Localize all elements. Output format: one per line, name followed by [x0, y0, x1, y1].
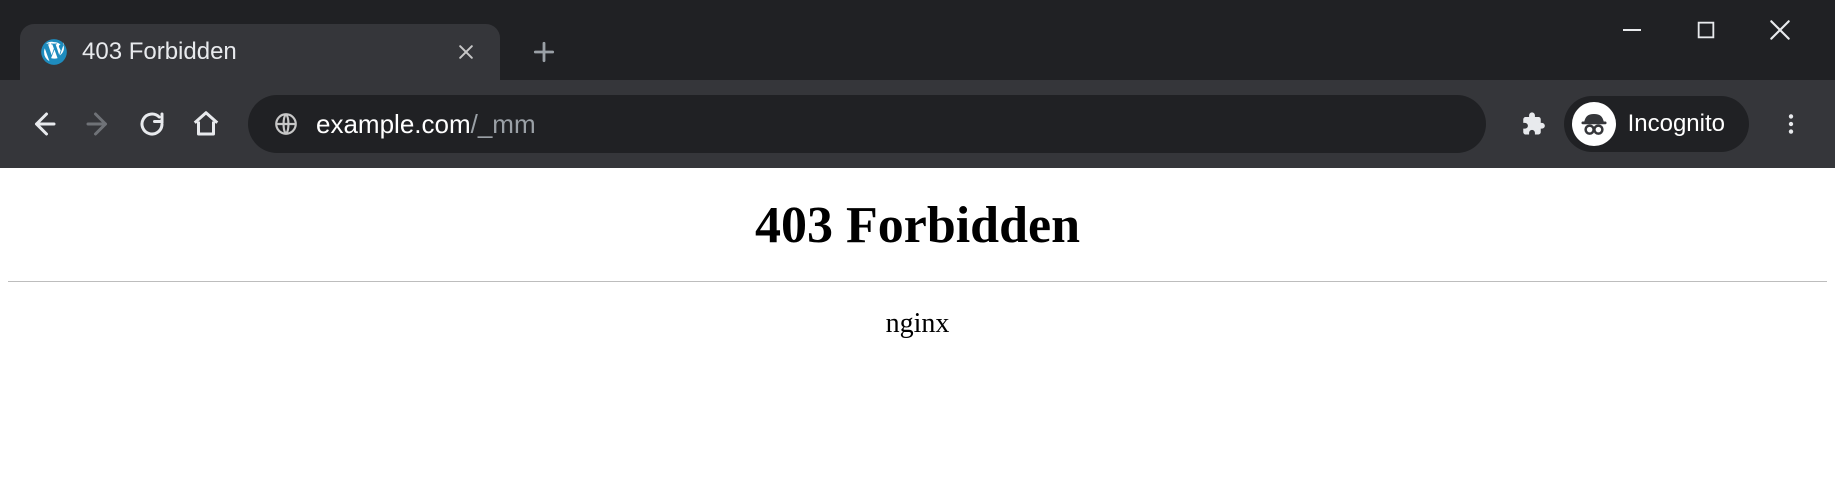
incognito-label: Incognito — [1628, 110, 1725, 138]
url-text: example.com/_mm — [316, 109, 1462, 140]
home-button[interactable] — [184, 102, 228, 146]
forward-button[interactable] — [76, 102, 120, 146]
browser-tab[interactable]: 403 Forbidden — [20, 24, 500, 80]
tab-strip: 403 Forbidden — [0, 0, 566, 80]
menu-button[interactable] — [1769, 102, 1813, 146]
error-heading: 403 Forbidden — [0, 196, 1835, 255]
toolbar: example.com/_mm Incognito — [0, 80, 1835, 168]
back-button[interactable] — [22, 102, 66, 146]
extensions-button[interactable] — [1510, 102, 1554, 146]
address-bar[interactable]: example.com/_mm — [248, 95, 1486, 153]
close-tab-icon[interactable] — [452, 38, 480, 66]
divider — [8, 281, 1827, 282]
globe-icon — [272, 110, 300, 138]
titlebar: 403 Forbidden — [0, 0, 1835, 80]
window-controls — [1619, 0, 1835, 60]
wordpress-icon — [40, 38, 68, 66]
close-window-button[interactable] — [1767, 17, 1793, 43]
url-domain: example.com — [316, 109, 471, 139]
browser-chrome: 403 Forbidden — [0, 0, 1835, 168]
new-tab-button[interactable] — [522, 30, 566, 74]
incognito-icon — [1572, 102, 1616, 146]
page-content: 403 Forbidden nginx — [0, 168, 1835, 501]
reload-button[interactable] — [130, 102, 174, 146]
server-signature: nginx — [0, 308, 1835, 340]
incognito-chip[interactable]: Incognito — [1564, 96, 1749, 152]
tab-title: 403 Forbidden — [82, 38, 438, 66]
url-path: /_mm — [471, 109, 536, 139]
maximize-button[interactable] — [1693, 17, 1719, 43]
minimize-button[interactable] — [1619, 17, 1645, 43]
